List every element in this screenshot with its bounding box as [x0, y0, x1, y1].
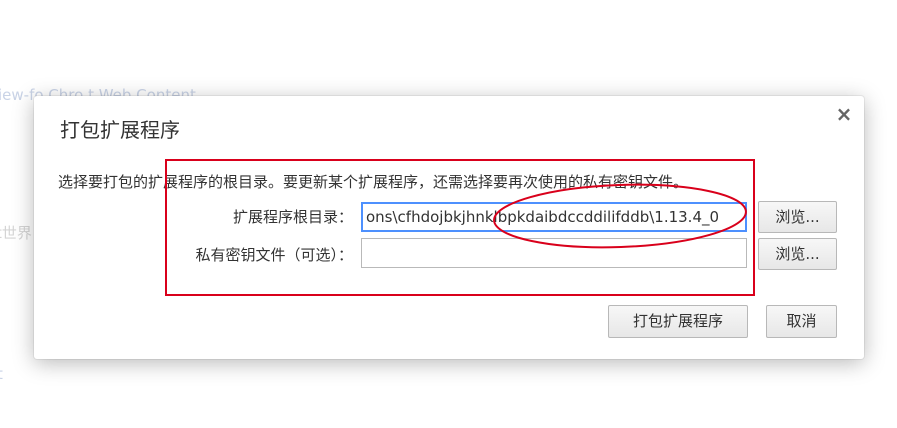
browse-key-file-button[interactable]: 浏览... [758, 238, 837, 270]
pack-extension-dialog: 打包扩展程序 × 选择要打包的扩展程序的根目录。要更新某个扩展程序，还需选择要再… [34, 96, 864, 359]
key-file-label: 私有密钥文件（可选）： [195, 246, 353, 264]
pack-extension-button[interactable]: 打包扩展程序 [608, 305, 748, 338]
key-file-input[interactable] [361, 238, 747, 268]
background-text: t世界 [0, 224, 32, 242]
dialog-description: 选择要打包的扩展程序的根目录。要更新某个扩展程序，还需选择要再次使用的私有密钥文… [58, 173, 689, 191]
root-dir-input[interactable]: ons\cfhdojbkjhnklbpkdaibdccddilifddb\1.1… [361, 202, 747, 232]
cancel-button[interactable]: 取消 [766, 305, 837, 338]
dialog-title: 打包扩展程序 [60, 118, 180, 142]
root-dir-label: 扩展程序根目录： [232, 208, 353, 226]
browse-root-dir-button[interactable]: 浏览... [758, 201, 837, 233]
close-icon[interactable]: × [834, 104, 854, 124]
background-text: t [0, 365, 3, 383]
